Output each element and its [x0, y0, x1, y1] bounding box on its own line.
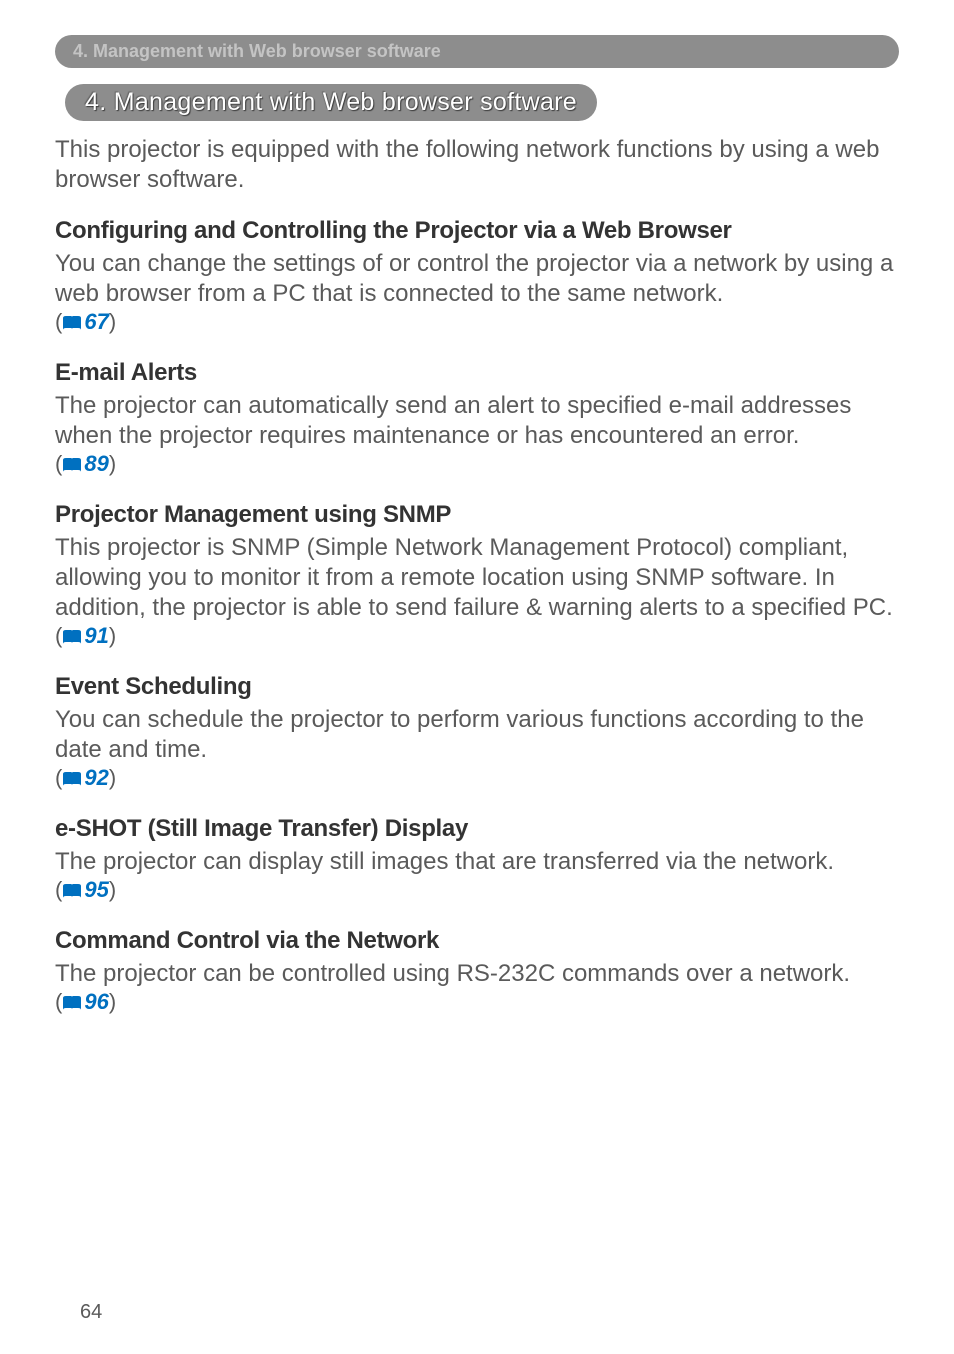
paren-close: ): [109, 765, 116, 790]
paren-close: ): [109, 309, 116, 334]
section-configuring: Configuring and Controlling the Projecto…: [55, 217, 899, 337]
section-body: The projector can display still images t…: [55, 847, 899, 877]
section-heading: Configuring and Controlling the Projecto…: [55, 217, 899, 245]
section-heading: E-mail Alerts: [55, 359, 899, 387]
paren-close: ): [109, 623, 116, 648]
chapter-header-bar: 4. Management with Web browser software: [55, 35, 899, 68]
section-body: The projector can automatically send an …: [55, 391, 899, 451]
paren-open: (: [55, 623, 62, 648]
page-reference: (91): [55, 623, 899, 651]
section-body: You can change the settings of or contro…: [55, 249, 899, 309]
paren-open: (: [55, 989, 62, 1014]
paren-close: ): [109, 989, 116, 1014]
section-event-scheduling: Event Scheduling You can schedule the pr…: [55, 673, 899, 793]
section-body: The projector can be controlled using RS…: [55, 959, 899, 989]
book-icon: [62, 879, 82, 905]
section-heading: Projector Management using SNMP: [55, 501, 899, 529]
page-reference: (92): [55, 765, 899, 793]
book-icon: [62, 453, 82, 479]
page-ref-number: 67: [84, 309, 108, 334]
page-ref-number: 91: [84, 623, 108, 648]
section-eshot: e-SHOT (Still Image Transfer) Display Th…: [55, 815, 899, 905]
book-icon: [62, 311, 82, 337]
paren-open: (: [55, 309, 62, 334]
page-reference: (95): [55, 877, 899, 905]
section-title-text: 4. Management with Web browser software: [85, 88, 577, 116]
section-heading: Command Control via the Network: [55, 927, 899, 955]
book-icon: [62, 767, 82, 793]
page-reference: (67): [55, 309, 899, 337]
page-ref-number: 95: [84, 877, 108, 902]
paren-open: (: [55, 765, 62, 790]
section-body: This projector is SNMP (Simple Network M…: [55, 533, 899, 623]
page-number: 64: [80, 1301, 102, 1324]
paren-open: (: [55, 451, 62, 476]
chapter-header-text: 4. Management with Web browser software: [73, 41, 441, 61]
book-icon: [62, 991, 82, 1017]
section-email-alerts: E-mail Alerts The projector can automati…: [55, 359, 899, 479]
section-heading: e-SHOT (Still Image Transfer) Display: [55, 815, 899, 843]
paren-close: ): [109, 877, 116, 902]
section-body: You can schedule the projector to perfor…: [55, 705, 899, 765]
section-heading: Event Scheduling: [55, 673, 899, 701]
section-command-control: Command Control via the Network The proj…: [55, 927, 899, 1017]
book-icon: [62, 625, 82, 651]
paren-close: ): [109, 451, 116, 476]
page-ref-number: 89: [84, 451, 108, 476]
page-ref-number: 96: [84, 989, 108, 1014]
intro-paragraph: This projector is equipped with the foll…: [55, 135, 899, 195]
section-snmp: Projector Management using SNMP This pro…: [55, 501, 899, 651]
page-reference: (96): [55, 989, 899, 1017]
section-title-pill: 4. Management with Web browser software: [65, 84, 597, 121]
page-reference: (89): [55, 451, 899, 479]
page-ref-number: 92: [84, 765, 108, 790]
paren-open: (: [55, 877, 62, 902]
